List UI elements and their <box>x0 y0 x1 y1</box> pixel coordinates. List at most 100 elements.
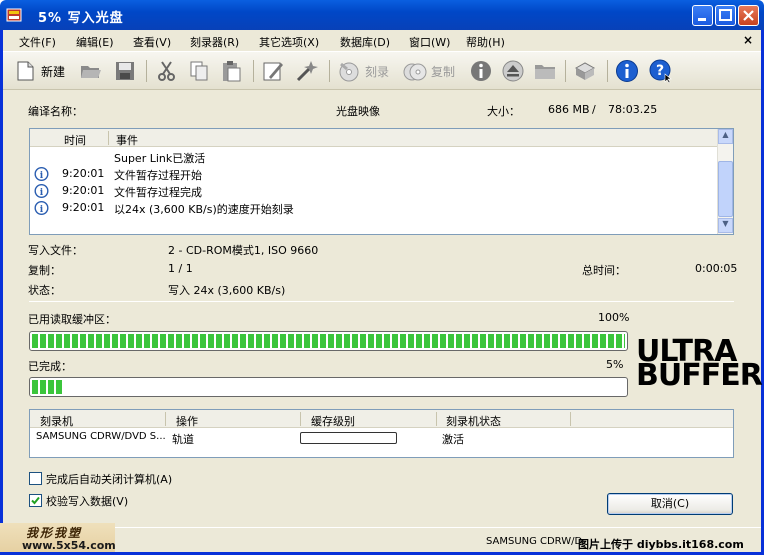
checkmark-icon <box>31 496 40 505</box>
event-log[interactable]: 时间 事件 Super Link已激活 i 9:20:01 文件暂存过程开始 i… <box>29 128 734 235</box>
log-row: i 9:20:01 以24x (3,600 KB/s)的速度开始刻录 <box>30 200 718 217</box>
log-column-event[interactable]: 事件 <box>116 132 138 148</box>
wizard-button[interactable] <box>295 58 319 84</box>
copy-count-label: 复制： <box>28 264 61 277</box>
new-button-label: 新建 <box>41 64 66 79</box>
size-separator: / <box>592 103 596 116</box>
clipboard-icon <box>223 61 241 82</box>
recorder-table-header: 刻录机 操作 缓存级别 刻录机状态 <box>30 410 733 428</box>
shutdown-label[interactable]: 完成后自动关闭计算机(A) <box>46 471 172 487</box>
column-divider[interactable] <box>165 412 166 426</box>
copy-disc-icon <box>403 63 427 81</box>
folder-icon <box>535 65 555 79</box>
minimize-button[interactable] <box>692 5 713 26</box>
toolbar-separator <box>253 60 254 82</box>
open-button[interactable] <box>79 58 103 84</box>
column-divider[interactable] <box>436 412 437 426</box>
save-disk-icon <box>116 62 134 80</box>
new-document-icon <box>17 61 34 81</box>
menu-recorder[interactable]: 刻录器(R) <box>190 34 239 50</box>
column-buffer-level[interactable]: 缓存级别 <box>311 413 355 429</box>
ultrabuffer-logo: ULTRA BUFFER <box>636 337 763 391</box>
wand-icon <box>296 61 318 82</box>
mdi-close-button[interactable]: × <box>743 33 753 47</box>
copy-count-value: 1 / 1 <box>168 262 193 275</box>
close-window-button[interactable] <box>738 5 759 26</box>
recorder-operation: 轨道 <box>172 433 194 446</box>
verify-checkbox[interactable] <box>29 494 42 507</box>
info-bubble-icon: i <box>34 184 49 198</box>
menu-file[interactable]: 文件(F) <box>19 34 56 50</box>
status-bar: SAMSUNG CDRW/D 图片上传于 diybbs.it168.com <box>3 527 761 552</box>
info-i-icon <box>471 61 491 81</box>
column-recorder[interactable]: 刻录机 <box>40 413 73 429</box>
menu-database[interactable]: 数据库(D) <box>340 34 390 50</box>
about-button[interactable] <box>615 58 639 84</box>
separator <box>29 301 734 302</box>
recorder-buffer-level <box>300 432 397 444</box>
menu-help[interactable]: 帮助(H) <box>466 34 505 50</box>
column-operation[interactable]: 操作 <box>176 413 198 429</box>
explorer-button[interactable] <box>533 58 557 84</box>
paste-button[interactable] <box>219 58 243 84</box>
cover-box-icon <box>574 62 596 80</box>
log-time: 9:20:01 <box>62 201 105 214</box>
menu-window[interactable]: 窗口(W) <box>409 34 450 50</box>
scroll-up-icon[interactable]: ▲ <box>718 129 733 144</box>
burn-button[interactable]: 刻录 <box>337 58 389 84</box>
context-help-button[interactable]: ? <box>649 58 673 84</box>
status-label: 状态： <box>28 284 61 297</box>
scroll-thumb[interactable] <box>718 161 733 217</box>
toolbar-separator <box>565 60 566 82</box>
info-circle-icon <box>616 60 638 82</box>
svg-text:i: i <box>40 188 44 198</box>
burn-button-label: 刻录 <box>365 64 390 79</box>
cancel-button[interactable]: 取消(C) <box>607 493 733 515</box>
edit-pencil-icon <box>263 62 283 81</box>
copy-button[interactable] <box>187 58 211 84</box>
menu-view[interactable]: 查看(V) <box>133 34 171 50</box>
scroll-down-icon[interactable]: ▼ <box>718 218 733 233</box>
buffer-progress-fill <box>32 334 625 348</box>
log-row: i 9:20:01 文件暂存过程完成 <box>30 183 718 200</box>
maximize-button[interactable] <box>715 5 736 26</box>
nero-app-icon[interactable] <box>6 7 22 23</box>
log-scrollbar[interactable]: ▲ ▼ <box>717 129 733 234</box>
watermark-url: www.5x54.com <box>22 539 116 552</box>
log-column-time[interactable]: 时间 <box>64 132 86 148</box>
copy-disc-label: 复制 <box>431 64 456 79</box>
completed-label: 已完成： <box>28 360 72 373</box>
toolbar-separator <box>607 60 608 82</box>
disc-info-button[interactable] <box>469 58 493 84</box>
cover-designer-button[interactable] <box>573 58 597 84</box>
svg-text:i: i <box>40 171 44 181</box>
column-recorder-state[interactable]: 刻录机状态 <box>446 413 501 429</box>
cut-button[interactable] <box>155 58 179 84</box>
status-right-watermark: 图片上传于 diybbs.it168.com <box>578 538 744 551</box>
save-button[interactable] <box>113 58 137 84</box>
properties-button[interactable] <box>261 58 285 84</box>
menu-edit[interactable]: 编辑(E) <box>76 34 114 50</box>
log-event: 以24x (3,600 KB/s)的速度开始刻录 <box>114 203 294 216</box>
column-divider[interactable] <box>300 412 301 426</box>
size-mb-value: 686 MB <box>548 103 590 116</box>
verify-label[interactable]: 校验写入数据(V) <box>46 493 128 509</box>
info-bubble-icon: i <box>34 201 49 215</box>
site-watermark: 我形我塑 www.5x54.com <box>0 523 116 555</box>
toolbar-separator <box>329 60 330 82</box>
svg-text:i: i <box>40 205 44 215</box>
new-button[interactable]: 新建 <box>13 58 65 84</box>
log-event: Super Link已激活 <box>114 152 206 165</box>
column-divider[interactable] <box>570 412 571 426</box>
log-time: 9:20:01 <box>62 184 105 197</box>
write-file-label: 写入文件： <box>28 244 83 257</box>
toolbar: 新建 刻录 复制 ? <box>3 52 761 90</box>
column-divider[interactable] <box>108 131 109 145</box>
recorder-table: 刻录机 操作 缓存级别 刻录机状态 SAMSUNG CDRW/DVD S... … <box>29 409 734 458</box>
eject-button[interactable] <box>501 58 525 84</box>
shutdown-checkbox[interactable] <box>29 472 42 485</box>
menu-extras[interactable]: 其它选项(X) <box>259 34 319 50</box>
status-value: 写入 24x (3,600 KB/s) <box>168 284 286 297</box>
copy-disc-button[interactable]: 复制 <box>403 58 455 84</box>
minimize-icon <box>698 18 706 21</box>
